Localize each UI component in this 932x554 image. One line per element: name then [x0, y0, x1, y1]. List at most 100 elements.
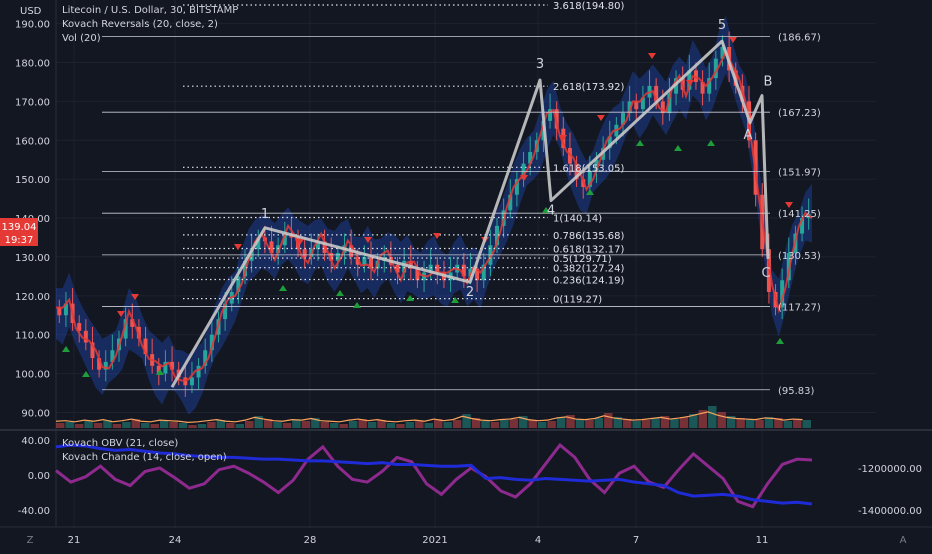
volume-bar: [585, 420, 594, 428]
volume-bar: [537, 422, 547, 428]
x-tick-label: 2021: [422, 535, 447, 546]
volume-bar: [320, 422, 330, 428]
volume-bar: [490, 422, 500, 428]
indicator-title-reversals: Kovach Reversals (20, close, 2): [62, 19, 218, 30]
wave-label: 5: [718, 18, 726, 33]
volume-bar: [396, 424, 405, 428]
volume-bar: [670, 419, 679, 428]
volume-bar: [415, 421, 424, 428]
volume-bar: [594, 418, 604, 428]
volume-bar: [301, 421, 311, 428]
volume-bar: [452, 420, 462, 428]
lower-y-tick-label: 40.00: [21, 436, 50, 447]
volume-bar: [292, 420, 301, 428]
volume-bar: [74, 424, 84, 428]
level-label: (117.27): [778, 302, 821, 313]
fib-label: 2.618(173.92): [553, 82, 625, 93]
level-label: (151.97): [778, 168, 821, 179]
volume-bar: [802, 420, 811, 428]
volume-bar: [632, 421, 641, 428]
bar-countdown: 19:37: [5, 235, 34, 246]
volume-bar: [641, 420, 651, 428]
volume-bar: [717, 412, 726, 428]
fib-label: 0.382(127.24): [553, 264, 625, 275]
volume-bar: [386, 423, 396, 428]
y-tick-label: 110.00: [15, 331, 50, 342]
volume-bar: [122, 422, 131, 428]
x-tick-label: 21: [68, 535, 81, 546]
fib-label: 0.786(135.68): [553, 231, 625, 242]
volume-bar: [197, 424, 207, 428]
candle-body: [189, 377, 194, 386]
y-tick-label: 120.00: [15, 292, 50, 303]
volume-bar: [65, 422, 74, 428]
volume-bar: [528, 420, 537, 428]
auto-scale-toggle[interactable]: Z: [27, 535, 34, 546]
x-tick-label: 24: [169, 535, 182, 546]
volume-bar: [207, 422, 216, 428]
chart-root: 90.00100.00110.00120.00130.00140.00150.0…: [0, 0, 932, 550]
volume-bar: [245, 421, 254, 428]
wave-label: A: [744, 128, 753, 143]
volume-bar: [424, 423, 433, 428]
fib-label: 3.618(194.80): [553, 1, 625, 12]
candle-body: [183, 377, 188, 386]
x-tick-label: 11: [756, 535, 769, 546]
volume-bar: [178, 423, 188, 428]
y-tick-label: 90.00: [21, 408, 50, 419]
symbol-title: Litecoin / U.S. Dollar, 30, BITSTAMP: [62, 5, 238, 16]
volume-bar: [141, 423, 150, 428]
volume-bar: [84, 421, 93, 428]
wave-label: 3: [536, 57, 544, 72]
volume-bar: [481, 421, 490, 428]
obv-title: Kovach OBV (21, close): [62, 438, 178, 449]
volume-bar: [575, 419, 585, 428]
x-tick-label: 4: [535, 535, 541, 546]
indicator-title-volume: Vol (20): [62, 33, 101, 44]
y-tick-label: 100.00: [15, 370, 50, 381]
level-label: (95.83): [778, 386, 815, 397]
x-tick-label: 7: [633, 535, 639, 546]
currency-label: USD: [20, 6, 42, 17]
last-price: 139.04: [2, 222, 37, 233]
volume-bar: [339, 424, 348, 428]
y-tick-label: 160.00: [15, 136, 50, 147]
volume-bar: [282, 423, 292, 428]
lower-y-tick-label: 0.00: [28, 471, 50, 482]
wave-label: 4: [547, 204, 555, 219]
lower-y-tick-label: -40.00: [18, 506, 50, 517]
log-scale-toggle[interactable]: A: [900, 535, 907, 546]
x-tick-label: 28: [304, 535, 317, 546]
volume-bar: [169, 422, 178, 428]
chande-title: Kovach Chande (14, close, open): [62, 452, 227, 463]
lower-right-tick-label: -1200000.00: [858, 464, 922, 475]
wave-label: 2: [466, 285, 474, 300]
fib-label: 1(140.14): [553, 214, 602, 225]
candle-body: [302, 249, 307, 257]
volume-bar: [226, 423, 235, 428]
candle-body: [196, 365, 201, 378]
level-label: (141.25): [778, 209, 821, 220]
volume-bar: [405, 422, 415, 428]
volume-bar: [651, 418, 660, 428]
lower-right-tick-label: -1400000.00: [858, 506, 922, 517]
y-tick-label: 170.00: [15, 97, 50, 108]
volume-bar: [556, 417, 566, 428]
volume-bar: [745, 419, 755, 428]
volume-bar: [500, 420, 509, 428]
volume-bar: [112, 424, 122, 428]
fib-label: 0(119.27): [553, 295, 602, 306]
wave-label: C: [761, 266, 770, 281]
volume-bar: [547, 421, 556, 428]
volume-bar: [273, 422, 282, 428]
volume-bar: [330, 423, 339, 428]
volume-bar: [509, 419, 519, 428]
volume-bar: [793, 419, 802, 428]
volume-bar: [159, 421, 169, 428]
volume-bar: [93, 423, 103, 428]
volume-bar: [604, 413, 613, 428]
level-label: (167.23): [778, 108, 821, 119]
volume-bar: [150, 424, 159, 428]
trading-chart: 90.00100.00110.00120.00130.00140.00150.0…: [0, 0, 932, 550]
y-tick-label: 180.00: [15, 59, 50, 70]
